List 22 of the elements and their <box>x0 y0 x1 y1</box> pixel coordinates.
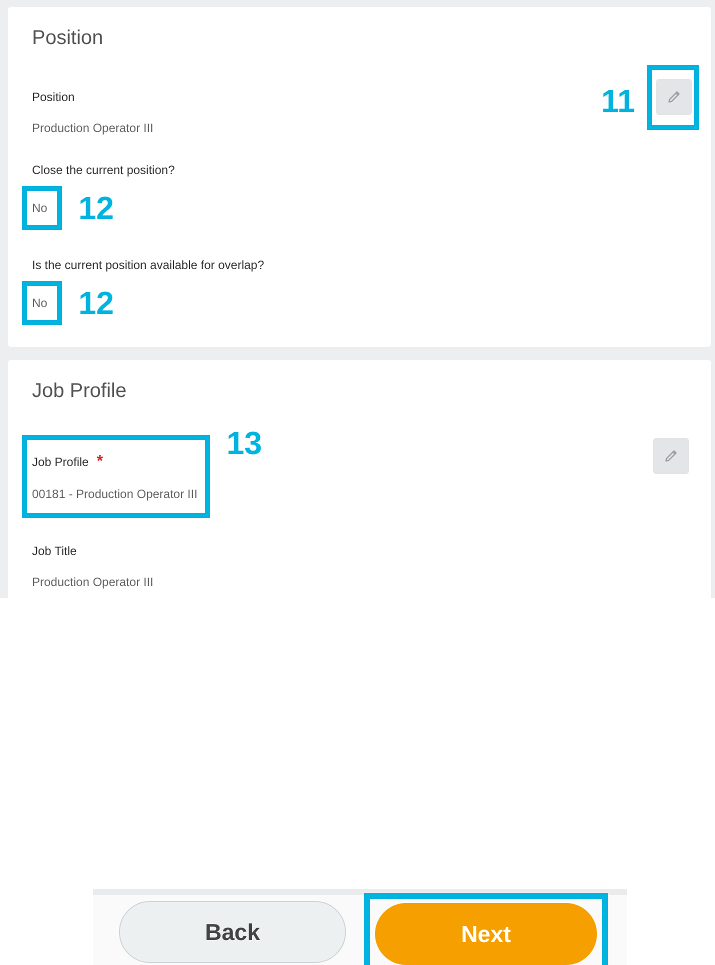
required-mark: * <box>96 454 103 470</box>
field-label: Position <box>32 90 75 104</box>
field-value: No <box>32 296 48 310</box>
callout-number: 12 <box>78 287 114 319</box>
field-label: Is the current position available for overlap? <box>32 258 264 272</box>
edit-button[interactable] <box>653 438 689 474</box>
section-title: Job Profile <box>32 380 128 403</box>
field-value: No <box>32 201 48 215</box>
callout-number: 13 <box>226 427 262 459</box>
section-title: Position <box>32 27 104 50</box>
pencil-icon <box>666 89 682 105</box>
field-label: Close the current position? <box>32 163 175 177</box>
pencil-icon <box>663 448 679 464</box>
field-label: Job Profile <box>32 455 89 469</box>
callout-number: 12 <box>78 192 114 224</box>
callout-number: 11 <box>601 85 635 117</box>
back-button[interactable]: Back <box>119 901 346 963</box>
field-value: Production Operator III <box>32 121 154 135</box>
field-label: Job Title <box>32 544 77 558</box>
field-value: Production Operator III <box>32 575 154 589</box>
field-value: 00181 - Production Operator III <box>32 487 198 501</box>
edit-button[interactable] <box>656 79 692 115</box>
